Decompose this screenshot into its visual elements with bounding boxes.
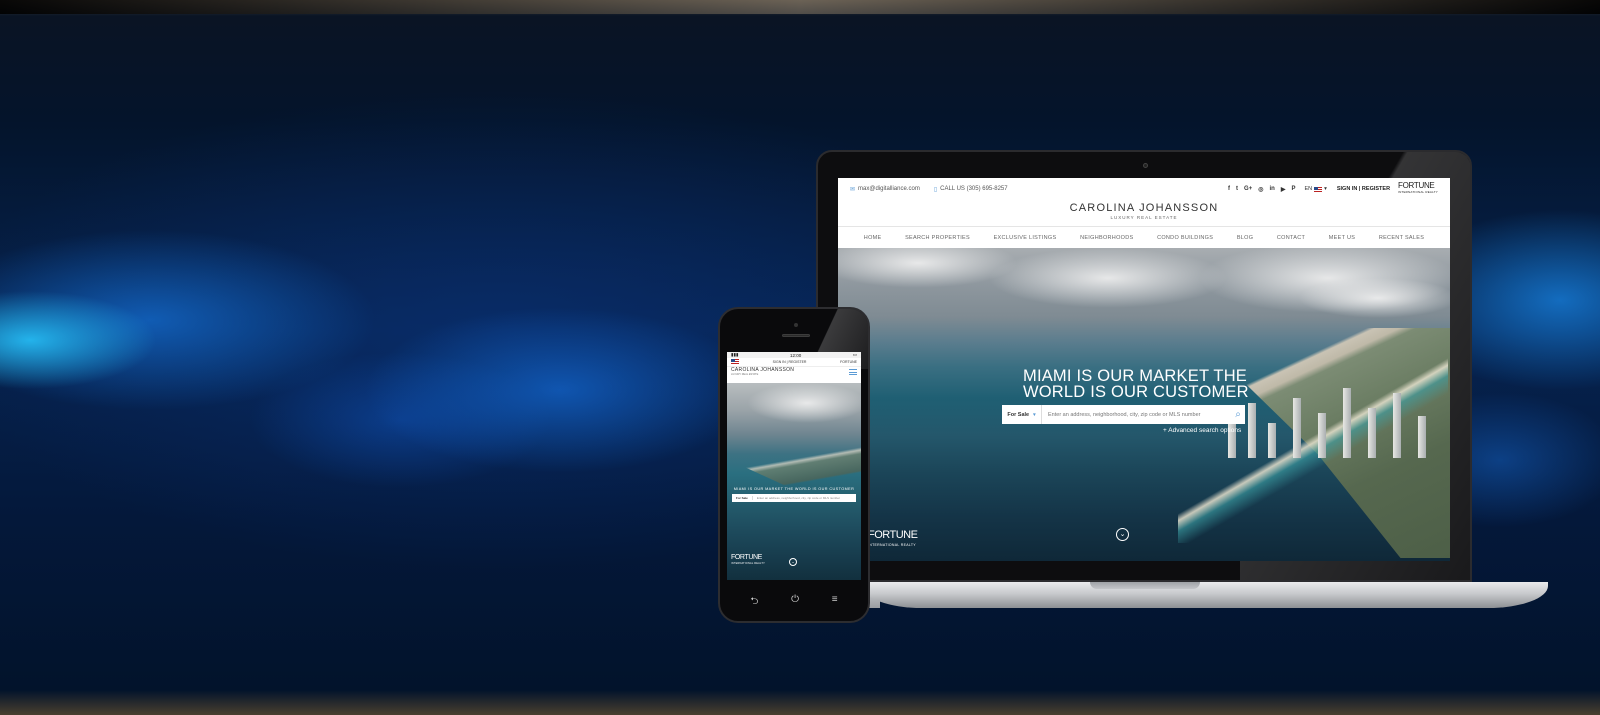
laptop-notch bbox=[1090, 582, 1200, 589]
phone-link[interactable]: CALL US (305) 695-8257 bbox=[940, 186, 1008, 192]
sign-in-register-link[interactable]: SIGN IN | REGISTER bbox=[1337, 186, 1390, 192]
phone-topbar: SIGN IN | REGISTER FORTUNE bbox=[727, 358, 861, 367]
hamburger-menu-icon[interactable] bbox=[849, 368, 857, 375]
facebook-icon[interactable]: f bbox=[1228, 186, 1230, 193]
phone-search-bar: For Sale Enter an address, neighborhood,… bbox=[732, 494, 856, 502]
nav-blog[interactable]: BLOG bbox=[1237, 235, 1253, 241]
clock: 12:00 bbox=[789, 352, 802, 358]
site-brand[interactable]: CAROLINA JOHANSSON LUXURY REAL ESTATE bbox=[838, 202, 1450, 220]
instagram-icon[interactable]: ◎ bbox=[1258, 186, 1263, 193]
us-flag-icon bbox=[1314, 186, 1323, 192]
brand-name: CAROLINA JOHANSSON bbox=[1069, 202, 1219, 214]
hero-image: MIAMI IS OUR MARKET THE WORLD IS OUR CUS… bbox=[838, 248, 1450, 561]
phone-fortune-logo[interactable]: FORTUNE bbox=[840, 360, 857, 364]
nav-contact[interactable]: CONTACT bbox=[1277, 235, 1305, 241]
nav-condo-buildings[interactable]: CONDO BUILDINGS bbox=[1157, 235, 1213, 241]
mail-icon: ✉ bbox=[850, 186, 856, 193]
phone-hero-image: MIAMI IS OUR MARKET THE WORLD IS OUR CUS… bbox=[727, 383, 861, 580]
language-label: EN bbox=[1304, 186, 1313, 192]
nav-recent-sales[interactable]: RECENT SALES bbox=[1379, 235, 1424, 241]
fortune-hero-logo: FORTUNE INTERNATIONAL REALTY bbox=[868, 530, 918, 550]
back-icon[interactable]: ⮌ bbox=[750, 594, 758, 611]
search-input[interactable]: Enter an address, neighborhood, city, zi… bbox=[1042, 412, 1231, 418]
chevron-down-icon: ▾ bbox=[1033, 411, 1036, 418]
social-links: f t G+ ◎ in ▶ P bbox=[1228, 186, 1295, 193]
site-topbar: ✉ max@digitalliance.com ▯ CALL US (305) … bbox=[838, 178, 1450, 200]
phone-search-input[interactable]: Enter an address, neighborhood, city, zi… bbox=[753, 496, 840, 500]
main-nav: HOME SEARCH PROPERTIES EXCLUSIVE LISTING… bbox=[838, 226, 1450, 248]
laptop-screen: ✉ max@digitalliance.com ▯ CALL US (305) … bbox=[838, 178, 1450, 561]
nav-neighborhoods[interactable]: NEIGHBORHOODS bbox=[1080, 235, 1133, 241]
listing-type-select[interactable]: For Sale ▾ bbox=[1002, 405, 1042, 424]
power-icon[interactable]: ⏻ bbox=[791, 594, 799, 611]
nav-exclusive-listings[interactable]: EXCLUSIVE LISTINGS bbox=[994, 235, 1057, 241]
top-blur-band bbox=[0, 0, 1600, 14]
fortune-logo-sub: INTERNATIONAL REALTY bbox=[1398, 190, 1438, 194]
phone-listing-type-select[interactable]: For Sale bbox=[732, 496, 753, 500]
laptop-camera bbox=[1143, 163, 1148, 168]
phone-brand[interactable]: CAROLINA JOHANSSON LUXURY REAL ESTATE bbox=[731, 367, 794, 376]
nav-search-properties[interactable]: SEARCH PROPERTIES bbox=[905, 235, 970, 241]
phone-hero-headline: MIAMI IS OUR MARKET THE WORLD IS OUR CUS… bbox=[733, 487, 855, 491]
battery-icon: ▭ bbox=[852, 352, 857, 357]
menu-icon[interactable]: ≡ bbox=[832, 594, 838, 611]
scroll-down-icon[interactable]: ⌄ bbox=[1116, 528, 1129, 541]
fortune-hero-logo-sub: INTERNATIONAL REALTY bbox=[868, 543, 916, 547]
email-link[interactable]: max@digitalliance.com bbox=[858, 186, 920, 192]
phone-header: CAROLINA JOHANSSON LUXURY REAL ESTATE bbox=[727, 367, 861, 376]
phone-speaker bbox=[782, 334, 810, 337]
skyline bbox=[1218, 348, 1438, 458]
phone-scroll-down-icon[interactable]: ⌄ bbox=[789, 558, 797, 566]
nav-meet-us[interactable]: MEET US bbox=[1329, 235, 1355, 241]
hero-line-2: WORLD IS OUR CUSTOMER bbox=[1023, 383, 1249, 401]
youtube-icon[interactable]: ▶ bbox=[1281, 186, 1286, 193]
cloud bbox=[747, 383, 861, 423]
property-search-bar: For Sale ▾ Enter an address, neighborhoo… bbox=[1002, 405, 1245, 424]
listing-type-value: For Sale bbox=[1007, 411, 1030, 418]
phone-sign-in-link[interactable]: SIGN IN | REGISTER bbox=[773, 360, 807, 364]
phone-hardware-buttons: ⮌ ⏻ ≡ bbox=[718, 594, 870, 611]
phone-icon: ▯ bbox=[933, 186, 938, 193]
advanced-search-link[interactable]: + Advanced search options bbox=[1163, 427, 1241, 434]
us-flag-icon[interactable] bbox=[731, 359, 739, 365]
language-selector[interactable]: EN ▾ bbox=[1304, 186, 1326, 192]
phone-fortune-hero-logo: FORTUNE INTERNATIONAL REALTY bbox=[731, 554, 765, 567]
google-plus-icon[interactable]: G+ bbox=[1244, 186, 1252, 193]
pinterest-icon[interactable]: P bbox=[1291, 186, 1295, 193]
laptop-base bbox=[862, 582, 1548, 608]
chevron-down-icon: ▾ bbox=[1324, 186, 1327, 192]
brand-subtitle: LUXURY REAL ESTATE bbox=[1110, 215, 1178, 220]
twitter-icon[interactable]: t bbox=[1236, 186, 1238, 193]
phone-screen: ▮▮▮ 12:00 ▭ SIGN IN | REGISTER FORTUNE C… bbox=[727, 352, 861, 580]
phone-fortune-hero-logo-sub: INTERNATIONAL REALTY bbox=[731, 562, 765, 565]
cloud bbox=[1298, 278, 1450, 318]
signal-icon: ▮▮▮ bbox=[731, 352, 739, 357]
nav-home[interactable]: HOME bbox=[864, 235, 882, 241]
search-icon[interactable]: ⌕ bbox=[1231, 409, 1245, 420]
phone-camera bbox=[794, 323, 798, 327]
fortune-logo[interactable]: FORTUNE INTERNATIONAL REALTY bbox=[1398, 182, 1438, 196]
hero-line-1: MIAMI IS OUR MARKET THE bbox=[1023, 367, 1248, 385]
hero-headline: MIAMI IS OUR MARKET THE WORLD IS OUR CUS… bbox=[838, 367, 1450, 401]
phone-fortune-hero-logo-text: FORTUNE bbox=[731, 554, 762, 561]
linkedin-icon[interactable]: in bbox=[1269, 186, 1274, 193]
cloud bbox=[988, 248, 1228, 308]
phone-brand-sub: LUXURY REAL ESTATE bbox=[731, 373, 759, 376]
